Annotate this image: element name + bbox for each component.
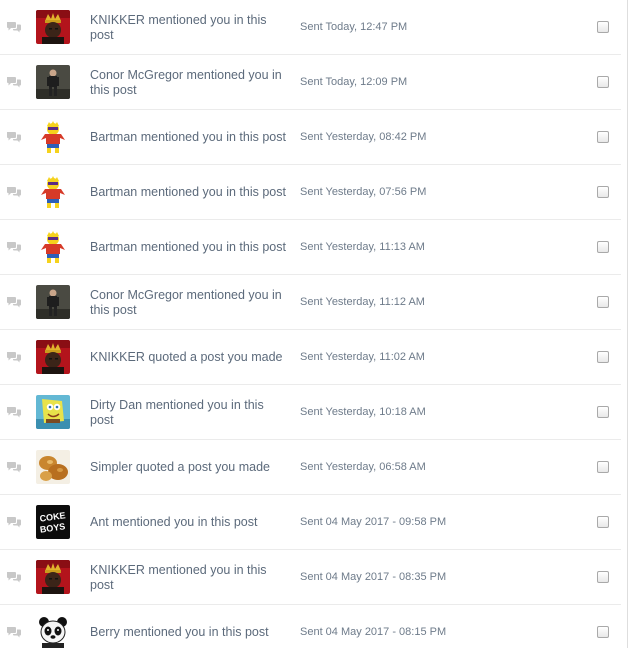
notification-row[interactable]: Simpler quoted a post you made Sent Yest… [0,440,621,495]
notification-date: Sent Yesterday, 06:58 AM [300,461,426,473]
row-select-checkbox[interactable] [597,351,609,363]
row-select-checkbox[interactable] [597,296,609,308]
notification-date: Sent Yesterday, 11:12 AM [300,296,425,308]
bartman-avatar[interactable] [36,230,70,264]
conversation-bubble-icon [6,75,22,88]
notification-date: Sent Yesterday, 08:42 PM [300,131,427,143]
scroll-edge [627,0,628,648]
conversation-bubble-icon [6,295,22,308]
row-select-checkbox[interactable] [597,76,609,88]
conversation-bubble-icon [6,130,22,143]
conversation-bubble-icon [6,405,22,418]
row-select-checkbox[interactable] [597,516,609,528]
notification-row[interactable]: KNIKKER mentioned you in this post Sent … [0,0,621,55]
notification-date: Sent Today, 12:47 PM [300,21,408,33]
biggie-crown-avatar[interactable] [36,560,70,594]
conversation-bubble-icon [6,20,22,33]
standing-man-avatar[interactable] [36,65,70,99]
row-select-checkbox[interactable] [597,626,609,638]
notification-message[interactable]: Bartman mentioned you in this post [90,220,286,275]
notification-row[interactable]: KNIKKER mentioned you in this post Sent … [0,550,621,605]
notification-row[interactable]: Dirty Dan mentioned you in this post Sen… [0,385,621,440]
notification-date: Sent Yesterday, 11:02 AM [300,351,425,363]
conversation-bubble-icon [6,570,22,583]
panda-avatar[interactable] [36,615,70,648]
notification-message[interactable]: Ant mentioned you in this post [90,495,286,550]
notification-message[interactable]: Berry mentioned you in this post [90,605,286,648]
row-select-checkbox[interactable] [597,241,609,253]
notification-message[interactable]: Bartman mentioned you in this post [90,110,286,165]
row-select-checkbox[interactable] [597,571,609,583]
notification-message[interactable]: KNIKKER quoted a post you made [90,330,286,385]
notification-message[interactable]: Simpler quoted a post you made [90,440,286,495]
notification-message[interactable]: Dirty Dan mentioned you in this post [90,385,286,440]
conversation-bubble-icon [6,515,22,528]
notification-row[interactable]: KNIKKER quoted a post you made Sent Yest… [0,330,621,385]
notification-message[interactable]: KNIKKER mentioned you in this post [90,550,286,605]
notification-message[interactable]: Bartman mentioned you in this post [90,165,286,220]
row-select-checkbox[interactable] [597,406,609,418]
notification-message[interactable]: Conor McGregor mentioned you in this pos… [90,275,286,330]
notification-row[interactable]: Conor McGregor mentioned you in this pos… [0,275,621,330]
notification-row[interactable]: Conor McGregor mentioned you in this pos… [0,55,621,110]
coke-boys-avatar[interactable]: COKE BOYS [36,505,70,539]
bartman-avatar[interactable] [36,120,70,154]
notification-date: Sent Today, 12:09 PM [300,76,408,88]
notification-date: Sent 04 May 2017 - 09:58 PM [300,516,447,528]
row-select-checkbox[interactable] [597,186,609,198]
standing-man-avatar[interactable] [36,285,70,319]
notification-list: KNIKKER mentioned you in this post Sent … [0,0,621,648]
conversation-bubble-icon [6,350,22,363]
notification-date: Sent 04 May 2017 - 08:15 PM [300,626,447,638]
notification-row[interactable]: COKE BOYS Ant mentioned you in this post… [0,495,621,550]
notification-date: Sent Yesterday, 07:56 PM [300,186,427,198]
notification-message[interactable]: KNIKKER mentioned you in this post [90,0,286,55]
notification-date: Sent Yesterday, 11:13 AM [300,241,425,253]
notification-date: Sent Yesterday, 10:18 AM [300,406,426,418]
conversation-bubble-icon [6,460,22,473]
row-select-checkbox[interactable] [597,131,609,143]
bartman-avatar[interactable] [36,175,70,209]
conversation-bubble-icon [6,240,22,253]
biggie-crown-avatar[interactable] [36,10,70,44]
conversation-bubble-icon [6,185,22,198]
notification-row[interactable]: Bartman mentioned you in this post Sent … [0,165,621,220]
fried-food-avatar[interactable] [36,450,70,484]
biggie-crown-avatar[interactable] [36,340,70,374]
notification-row[interactable]: Bartman mentioned you in this post Sent … [0,110,621,165]
conversation-bubble-icon [6,625,22,638]
notification-message[interactable]: Conor McGregor mentioned you in this pos… [90,55,286,110]
row-select-checkbox[interactable] [597,461,609,473]
row-select-checkbox[interactable] [597,21,609,33]
notification-row[interactable]: Bartman mentioned you in this post Sent … [0,220,621,275]
notification-date: Sent 04 May 2017 - 08:35 PM [300,571,447,583]
spongebob-avatar[interactable] [36,395,70,429]
notification-row[interactable]: Berry mentioned you in this post Sent 04… [0,605,621,648]
